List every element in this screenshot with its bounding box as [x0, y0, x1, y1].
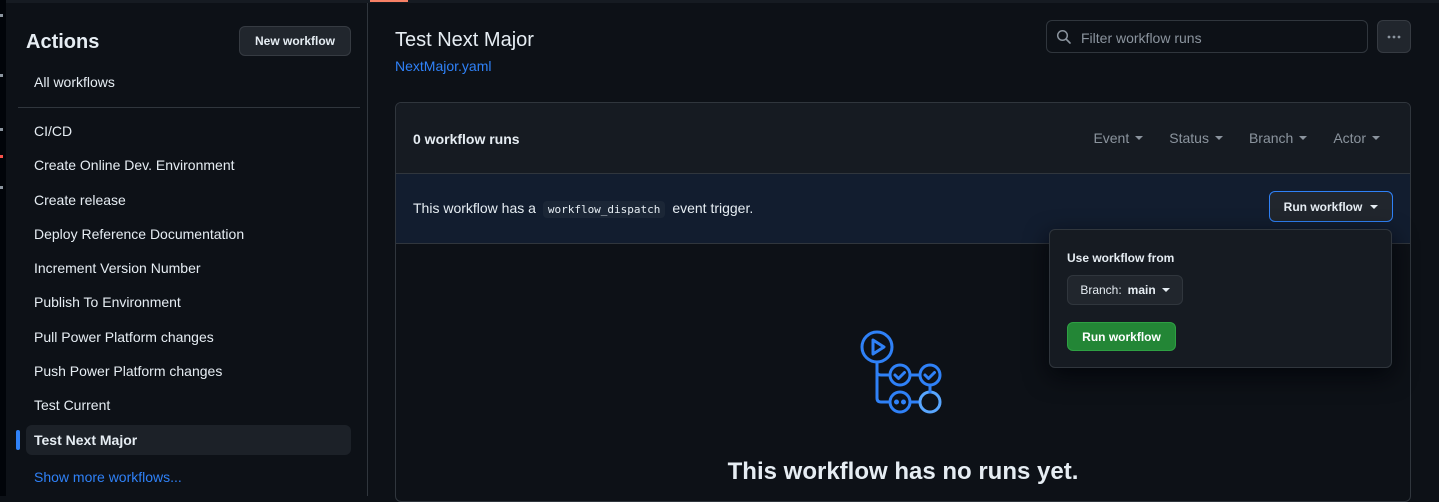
empty-state-title: This workflow has no runs yet. [727, 458, 1079, 485]
branch-filter-button[interactable]: Branch [1248, 130, 1308, 146]
workflow-file-link[interactable]: NextMajor.yaml [395, 58, 491, 74]
run-workflow-submit-button[interactable]: Run workflow [1067, 322, 1176, 351]
edge-mark [0, 186, 3, 189]
trigger-text-after: event trigger. [672, 200, 754, 216]
run-workflow-dropdown-label: Run workflow [1283, 199, 1363, 214]
trigger-message: This workflow has a workflow_dispatch ev… [413, 200, 754, 218]
branch-filter-label: Branch [1248, 130, 1294, 146]
page-title: Test Next Major [395, 29, 534, 51]
workflow-graph-icon [860, 330, 942, 414]
active-tab-underline [370, 0, 408, 2]
filter-workflow-runs [1046, 20, 1368, 53]
run-workflow-dropdown-button[interactable]: Run workflow [1269, 191, 1393, 222]
caret-down-icon [1372, 136, 1380, 140]
sidebar-item-publish-to-environment[interactable]: Publish To Environment [26, 287, 351, 317]
runs-filters: Event Status Branch Actor [1093, 130, 1380, 146]
caret-down-icon [1370, 204, 1379, 209]
runs-header: 0 workflow runs Event Status Branch Acto… [396, 103, 1410, 174]
caret-down-icon [1299, 136, 1308, 140]
status-filter-button[interactable]: Status [1169, 130, 1223, 146]
edge-mark [0, 155, 3, 158]
trigger-text-before: This workflow has a [413, 200, 536, 216]
actor-filter-button[interactable]: Actor [1333, 130, 1380, 146]
edge-mark [0, 74, 3, 77]
new-workflow-button[interactable]: New workflow [239, 26, 351, 56]
sidebar-item-push-power-platform-changes[interactable]: Push Power Platform changes [26, 356, 351, 386]
kebab-horizontal-icon [1387, 35, 1401, 38]
event-filter-button[interactable]: Event [1093, 130, 1144, 146]
run-workflow-popover: Use workflow from Branch: main Run workf… [1049, 229, 1392, 368]
sidebar-item-pull-power-platform-changes[interactable]: Pull Power Platform changes [26, 322, 351, 352]
sidebar-item-ci-cd[interactable]: CI/CD [26, 116, 351, 146]
sidebar-item-create-release[interactable]: Create release [26, 185, 351, 215]
edge-mark [0, 128, 3, 131]
filter-runs-input[interactable] [1079, 25, 1363, 51]
trigger-event-code: workflow_dispatch [542, 201, 666, 218]
event-filter-label: Event [1093, 130, 1130, 146]
sidebar-title: Actions [26, 31, 100, 53]
actor-filter-label: Actor [1333, 130, 1366, 146]
branch-name: main [1127, 283, 1156, 297]
all-workflows-link[interactable]: All workflows [34, 74, 115, 90]
show-more-workflows-link[interactable]: Show more workflows... [34, 469, 182, 485]
popover-title: Use workflow from [1067, 251, 1175, 265]
sidebar-item-increment-version-number[interactable]: Increment Version Number [26, 253, 351, 283]
sidebar-item-create-online-dev-environment[interactable]: Create Online Dev. Environment [26, 150, 351, 180]
branch-select-button[interactable]: Branch: main [1067, 275, 1183, 305]
workflow-list: CI/CD Create Online Dev. Environment Cre… [16, 116, 351, 459]
edge-mark [0, 14, 3, 17]
caret-down-icon [1214, 136, 1223, 140]
actions-sidebar: Actions New workflow All workflows CI/CD… [6, 3, 368, 496]
sidebar-divider [18, 107, 360, 108]
sidebar-item-test-current[interactable]: Test Current [26, 390, 351, 420]
caret-down-icon [1161, 288, 1170, 292]
caret-down-icon [1135, 136, 1144, 140]
search-icon [1056, 29, 1071, 44]
sidebar-item-test-next-major[interactable]: Test Next Major [16, 424, 351, 455]
branch-prefix: Branch: [1080, 283, 1122, 297]
status-filter-label: Status [1169, 130, 1209, 146]
runs-count: 0 workflow runs [413, 131, 520, 147]
more-options-button[interactable] [1377, 20, 1411, 53]
sidebar-item-deploy-reference-documentation[interactable]: Deploy Reference Documentation [26, 219, 351, 249]
